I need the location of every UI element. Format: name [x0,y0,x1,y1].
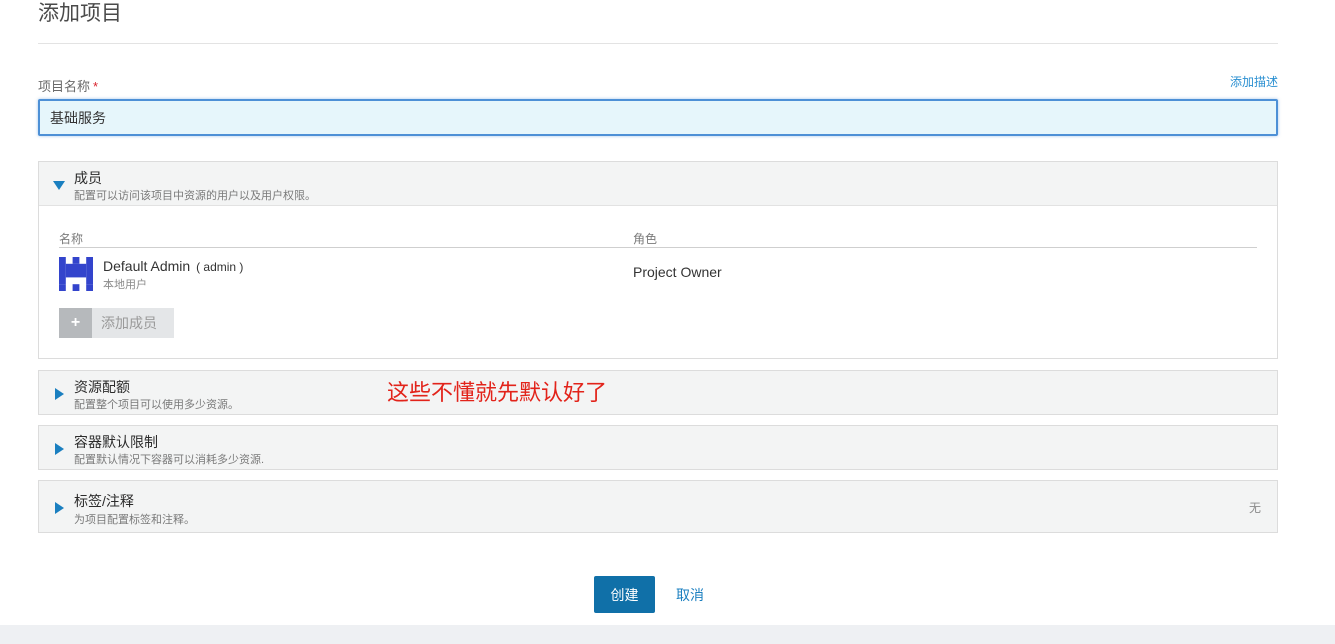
members-title: 成员 [74,170,102,186]
required-mark: * [93,79,99,94]
labels-subtitle: 为项目配置标签和注释。 [74,514,195,526]
labels-title: 标签/注释 [74,493,134,509]
quota-title: 资源配额 [74,379,130,395]
column-header-name: 名称 [59,232,84,246]
member-type: 本地用户 [103,279,147,291]
project-name-label-text: 项目名称 [38,79,91,94]
container-limits-section[interactable]: 容器默认限制 配置默认情况下容器可以消耗多少资源. [38,425,1278,470]
labels-section-header[interactable]: 标签/注释 为项目配置标签和注释。 无 [39,481,1277,532]
footer-bar [0,625,1335,644]
labels-value: 无 [1248,501,1261,515]
plus-icon: + [59,308,92,338]
members-section: 成员 配置可以访问该项目中资源的用户以及用户权限。 名称 角色 Default … [38,161,1278,359]
add-member-button[interactable]: + 添加成员 [59,308,174,338]
quota-section[interactable]: 资源配额 配置整个项目可以使用多少资源。 [38,370,1278,415]
container-limits-title: 容器默认限制 [74,434,158,450]
member-role[interactable]: Project Owner [633,264,722,280]
labels-section[interactable]: 标签/注释 为项目配置标签和注释。 无 [38,480,1278,533]
project-name-label: 项目名称 * [38,76,98,95]
triangle-right-icon [55,443,64,455]
add-description-link[interactable]: 添加描述 [1230,73,1278,90]
triangle-right-icon [55,388,64,400]
members-subtitle: 配置可以访问该项目中资源的用户以及用户权限。 [74,190,316,202]
container-limits-subtitle: 配置默认情况下容器可以消耗多少资源. [74,454,265,466]
member-display-name: Default Admin [103,258,191,274]
page-title: 添加项目 [38,2,122,25]
title-divider [38,43,1278,44]
container-limits-header[interactable]: 容器默认限制 配置默认情况下容器可以消耗多少资源. [39,426,1277,469]
quota-section-header[interactable]: 资源配额 配置整个项目可以使用多少资源。 [39,371,1277,414]
member-username: ( admin ) [196,260,244,274]
create-button[interactable]: 创建 [594,576,655,613]
triangle-down-icon [53,181,65,190]
handwritten-annotation: 这些不懂就先默认好了 [387,380,608,405]
column-divider [59,247,1257,248]
cancel-button[interactable]: 取消 [676,585,704,605]
column-header-role: 角色 [633,232,658,246]
add-member-label: 添加成员 [101,315,157,331]
members-section-header[interactable]: 成员 配置可以访问该项目中资源的用户以及用户权限。 [39,162,1277,205]
project-name-input[interactable] [38,99,1278,136]
triangle-right-icon [55,502,64,514]
quota-subtitle: 配置整个项目可以使用多少资源。 [74,399,239,411]
user-avatar [59,257,93,291]
members-body: 名称 角色 Default Admin ( admin ) 本地用户 Proje… [39,205,1277,358]
member-name: Default Admin ( admin ) [103,258,243,274]
